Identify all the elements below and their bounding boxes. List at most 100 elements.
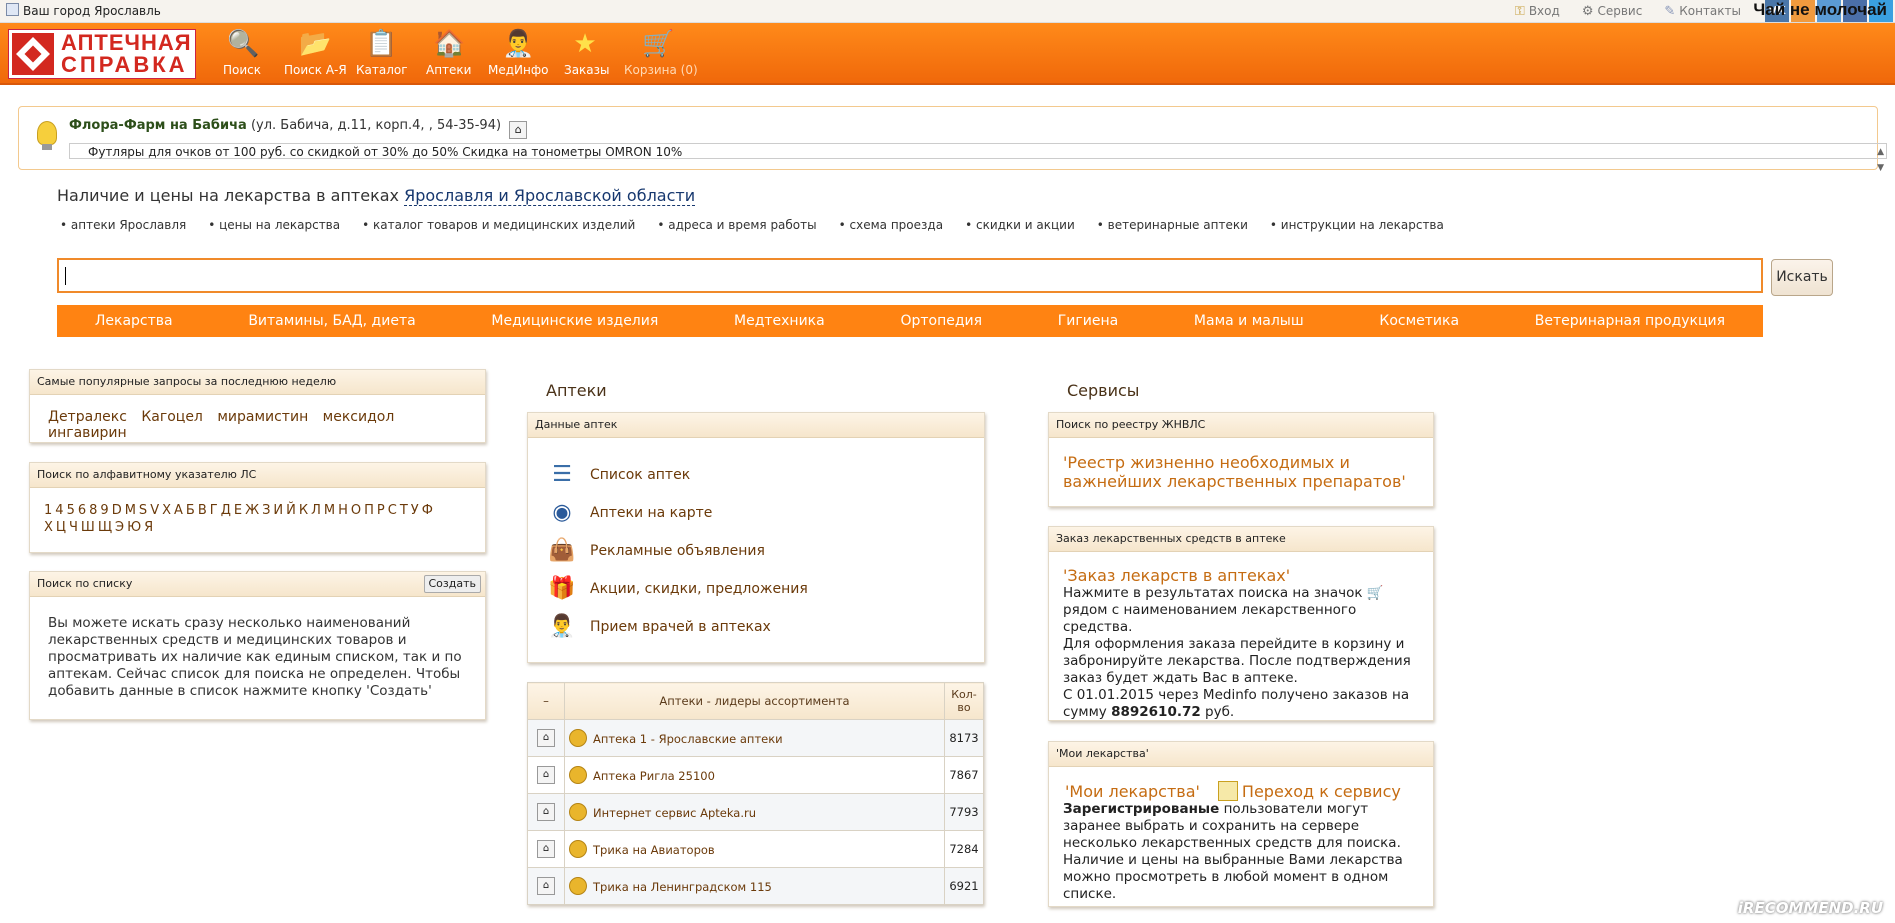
search-button[interactable]: Искать: [1771, 259, 1833, 296]
alphabet-letter-link[interactable]: Д: [221, 503, 231, 518]
nav-item-search[interactable]: 🔍 Поиск: [222, 29, 262, 77]
alphabet-letter-link[interactable]: S: [139, 503, 147, 518]
alphabet-letter-link[interactable]: 8: [89, 503, 97, 518]
alphabet-letter-link[interactable]: М: [324, 503, 335, 518]
alphabet-letter-link[interactable]: Г: [210, 503, 218, 518]
alphabet-letter-link[interactable]: 9: [100, 503, 108, 518]
pharmacy-name-cell[interactable]: Аптека Ригла 25100: [564, 756, 945, 794]
alphabet-letter-link[interactable]: Ч: [69, 520, 78, 535]
pharmacy-name-cell[interactable]: Трика на Ленинградском 115: [564, 867, 945, 905]
alphabet-letter-link[interactable]: А: [174, 503, 183, 518]
alphabet-letter-link[interactable]: X: [162, 503, 171, 518]
nav-item-catalog[interactable]: 📋 Каталог: [356, 29, 408, 77]
home-icon-cell[interactable]: ⌂: [527, 756, 565, 794]
alphabet-letter-link[interactable]: Н: [338, 503, 348, 518]
link-label[interactable]: Акции, скидки, предложения: [590, 581, 808, 597]
nav-item-cart[interactable]: 🛒 Корзина (0): [624, 29, 698, 77]
site-logo[interactable]: АПТЕЧНАЯ СПРАВКА: [8, 29, 196, 79]
ads-link[interactable]: 👜 Рекламные объявления: [548, 532, 984, 570]
alphabet-letter-link[interactable]: Щ: [98, 520, 112, 535]
alphabet-letter-link[interactable]: 5: [67, 503, 75, 518]
alphabet-letter-link[interactable]: Я: [144, 520, 153, 535]
pharmacy-name[interactable]: Трика на Авиаторов: [593, 843, 715, 857]
alphabet-letter-link[interactable]: З: [262, 503, 270, 518]
alphabet-letter-link[interactable]: D: [112, 503, 122, 518]
alphabet-letter-link[interactable]: О: [351, 503, 361, 518]
alphabet-letter-link[interactable]: Х: [44, 520, 53, 535]
home-icon-cell[interactable]: ⌂: [527, 867, 565, 905]
pharmacy-name[interactable]: Аптека Ригла 25100: [593, 769, 715, 783]
alphabet-letter-link[interactable]: В: [198, 503, 207, 518]
service-link[interactable]: ⚙ Сервис: [1582, 4, 1643, 19]
alphabet-letter-link[interactable]: Ж: [245, 503, 259, 518]
zhnvls-link[interactable]: 'Реестр жизненно необходимых и важнейших…: [1063, 453, 1419, 491]
quick-link[interactable]: • инструкции на лекарства: [1270, 218, 1455, 232]
link-label[interactable]: Аптеки на карте: [590, 505, 712, 521]
login-link[interactable]: ⚿ Вход: [1515, 4, 1560, 19]
popular-query-link[interactable]: мирамистин: [217, 409, 308, 425]
nav-item-medinfo[interactable]: 👨‍⚕️ МедИнфо: [488, 29, 548, 77]
alphabet-letter-link[interactable]: Р: [377, 503, 385, 518]
category-link[interactable]: Лекарства: [95, 313, 173, 329]
popular-query-link[interactable]: ингавирин: [48, 425, 127, 441]
alphabet-letter-link[interactable]: V: [150, 503, 159, 518]
popular-query-link[interactable]: мексидол: [323, 409, 395, 425]
alphabet-letter-link[interactable]: Й: [286, 503, 296, 518]
nav-item-orders[interactable]: ★ Заказы: [564, 29, 610, 77]
popular-query-link[interactable]: Детралекс: [48, 409, 127, 425]
alphabet-letter-link[interactable]: Б: [186, 503, 195, 518]
alphabet-letter-link[interactable]: И: [273, 503, 283, 518]
city-selector[interactable]: Ваш город Ярославль: [6, 3, 161, 18]
alphabet-letter-link[interactable]: 4: [55, 503, 63, 518]
category-link[interactable]: Медицинские изделия: [491, 313, 658, 329]
pharmacy-name[interactable]: Трика на Ленинградском 115: [593, 880, 772, 894]
category-link[interactable]: Косметика: [1379, 313, 1459, 329]
category-link[interactable]: Гигиена: [1058, 313, 1118, 329]
popular-query-link[interactable]: Кагоцел: [141, 409, 203, 425]
alphabet-letter-link[interactable]: П: [364, 503, 374, 518]
category-link[interactable]: Ветеринарная продукция: [1535, 313, 1725, 329]
quick-link[interactable]: • аптеки Ярославля: [60, 218, 197, 232]
link-label[interactable]: Прием врачей в аптеках: [590, 619, 771, 635]
home-icon-cell[interactable]: ⌂: [527, 793, 565, 831]
contacts-link[interactable]: ✎ Контакты: [1664, 4, 1741, 19]
home-icon[interactable]: ⌂: [537, 840, 555, 858]
go-to-service-link[interactable]: Переход к сервису: [1242, 782, 1401, 801]
create-button[interactable]: Создать: [423, 575, 481, 593]
banner-text[interactable]: Чай не молочай: [1753, 0, 1887, 20]
quick-link[interactable]: • ветеринарные аптеки: [1097, 218, 1259, 232]
pharmacy-name-cell[interactable]: Трика на Авиаторов: [564, 830, 945, 868]
link-label[interactable]: Список аптек: [590, 467, 690, 483]
category-link[interactable]: Витамины, БАД, диета: [248, 313, 415, 329]
home-icon[interactable]: ⌂: [537, 766, 555, 784]
home-icon-cell[interactable]: ⌂: [527, 719, 565, 757]
nav-item-search-az[interactable]: 📂 Поиск А-Я: [284, 29, 347, 77]
alphabet-letter-link[interactable]: 6: [78, 503, 86, 518]
quick-link[interactable]: • скидки и акции: [965, 218, 1086, 232]
pharmacy-list-link[interactable]: ☰ Список аптек: [548, 456, 984, 494]
quick-link[interactable]: • цены на лекарства: [208, 218, 351, 232]
pharmacy-name[interactable]: Интернет сервис Apteka.ru: [593, 806, 756, 820]
link-label[interactable]: Рекламные объявления: [590, 543, 765, 559]
city-name[interactable]: Ярославль: [94, 4, 161, 18]
alphabet-letter-link[interactable]: Л: [311, 503, 321, 518]
alphabet-letter-link[interactable]: M: [125, 503, 136, 518]
pharmacy-name-cell[interactable]: Аптека 1 - Ярославские аптеки: [564, 719, 945, 757]
pharmacy-name[interactable]: Аптека 1 - Ярославские аптеки: [593, 732, 783, 746]
doctor-appointments-link[interactable]: 👨‍⚕️ Прием врачей в аптеках: [548, 608, 984, 646]
alphabet-letter-link[interactable]: Э: [115, 520, 124, 535]
nav-item-pharmacies[interactable]: 🏠 Аптеки: [426, 29, 471, 77]
alphabet-letter-link[interactable]: Ш: [81, 520, 95, 535]
collapse-toggle[interactable]: –: [527, 682, 565, 720]
promo-pharmacy-name[interactable]: Флора-Фарм на Бабича: [69, 118, 247, 133]
alphabet-letter-link[interactable]: У: [411, 503, 419, 518]
home-icon-cell[interactable]: ⌂: [527, 830, 565, 868]
pharmacy-map-link[interactable]: ◉ Аптеки на карте: [548, 494, 984, 532]
category-link[interactable]: Ортопедия: [900, 313, 982, 329]
home-icon[interactable]: ⌂: [537, 729, 555, 747]
alphabet-letter-link[interactable]: Ц: [56, 520, 66, 535]
my-meds-link[interactable]: 'Мои лекарства': [1065, 782, 1200, 801]
alphabet-letter-link[interactable]: 1: [44, 503, 52, 518]
home-icon[interactable]: ⌂: [509, 121, 528, 139]
alphabet-letter-link[interactable]: К: [299, 503, 308, 518]
